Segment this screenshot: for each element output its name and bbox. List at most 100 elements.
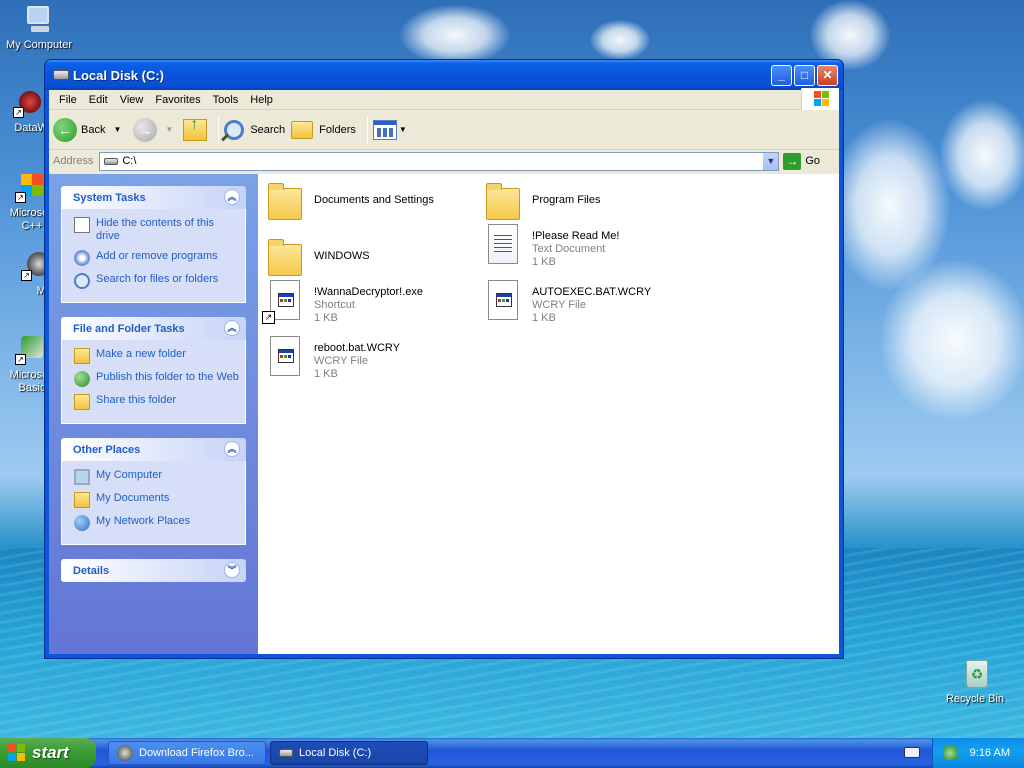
close-icon: ✕: [822, 68, 833, 82]
file-size: 1 KB: [314, 368, 338, 380]
minimize-icon: _: [778, 68, 785, 82]
file-item-windows[interactable]: WINDOWS: [266, 238, 476, 280]
desktop-icon-my-computer[interactable]: My Computer: [0, 4, 78, 52]
file-item-please-read-me[interactable]: !Please Read Me! Text Document 1 KB: [484, 224, 694, 269]
go-label: Go: [805, 155, 821, 167]
place-my-computer[interactable]: My Computer: [74, 469, 239, 485]
other-places-header[interactable]: Other Places ︽: [61, 438, 246, 461]
maximize-button[interactable]: □: [794, 65, 815, 86]
place-my-network-places[interactable]: My Network Places: [74, 515, 239, 531]
file-name: reboot.bat.WCRY: [314, 342, 401, 354]
start-button[interactable]: start: [0, 738, 96, 768]
file-type: Text Document: [532, 243, 606, 255]
drive-icon: [279, 749, 293, 757]
visual-basic-icon: ↗: [13, 334, 45, 366]
add-remove-programs-icon: [74, 250, 90, 266]
task-add-remove-programs[interactable]: Add or remove programs: [74, 250, 239, 266]
file-list: Documents and Settings Program Files WIN…: [258, 174, 839, 654]
my-documents-icon: [74, 492, 90, 508]
file-size: 1 KB: [532, 256, 556, 268]
collapse-icon[interactable]: ︽: [224, 441, 240, 457]
task-hide-drive-contents[interactable]: Hide the contents of this drive: [74, 217, 239, 243]
views-icon: [372, 119, 397, 140]
task-make-new-folder[interactable]: Make a new folder: [74, 348, 239, 364]
menu-edit[interactable]: Edit: [83, 94, 114, 106]
chevron-down-icon: ▼: [398, 125, 407, 134]
toolbar-separator: [218, 115, 220, 144]
place-label: My Network Places: [96, 515, 191, 527]
publish-web-icon: [74, 371, 90, 387]
collapse-icon[interactable]: ︽: [224, 320, 240, 336]
system-tasks-header[interactable]: System Tasks ︽: [61, 186, 246, 209]
hide-contents-icon: [74, 217, 90, 233]
desktop-icon-label: My Computer: [5, 39, 73, 51]
file-item-documents-and-settings[interactable]: Documents and Settings: [266, 182, 476, 224]
place-label: My Documents: [96, 492, 170, 504]
taskbar-item-local-disk[interactable]: Local Disk (C:): [270, 741, 428, 765]
system-tasks-panel: System Tasks ︽ Hide the contents of this…: [61, 186, 246, 303]
place-my-documents[interactable]: My Documents: [74, 492, 239, 508]
wcry-file-icon: [484, 280, 524, 322]
computer-icon: [23, 4, 55, 36]
menu-file[interactable]: File: [53, 94, 83, 106]
address-field[interactable]: C:\ ▼: [99, 151, 780, 171]
file-folder-tasks-header[interactable]: File and Folder Tasks ︽: [61, 317, 246, 340]
panel-title: Details: [73, 564, 110, 577]
system-tasks-body: Hide the contents of this drive Add or r…: [61, 209, 246, 303]
panel-title: Other Places: [73, 443, 141, 456]
file-folder-tasks-panel: File and Folder Tasks ︽ Make a new folde…: [61, 317, 246, 424]
collapse-icon[interactable]: ︽: [224, 189, 240, 205]
back-label: Back: [81, 123, 106, 136]
file-item-wannadecryptor[interactable]: ↗ !WannaDecryptor!.exe Shortcut 1 KB: [262, 280, 476, 325]
file-name: WINDOWS: [314, 250, 370, 262]
taskbar-item-label: Download Firefox Bro...: [139, 747, 254, 759]
file-name: AUTOEXEC.BAT.WCRY: [532, 286, 652, 298]
chevron-down-icon: ▼: [766, 155, 776, 166]
back-arrow-icon: ←: [53, 117, 77, 142]
keyboard-icon[interactable]: [904, 747, 920, 758]
network-tray-icon[interactable]: [943, 746, 957, 760]
task-share-folder[interactable]: Share this folder: [74, 394, 239, 410]
clock[interactable]: 9:16 AM: [970, 747, 1010, 759]
panel-title: System Tasks: [73, 191, 146, 204]
drive-icon: [104, 157, 119, 165]
file-item-autoexec-wcry[interactable]: AUTOEXEC.BAT.WCRY WCRY File 1 KB: [484, 280, 694, 325]
address-value: C:\: [122, 155, 137, 167]
views-button[interactable]: ▼: [372, 119, 407, 140]
menu-view[interactable]: View: [114, 94, 150, 106]
forward-arrow-icon: →: [133, 117, 158, 142]
task-search-files[interactable]: Search for files or folders: [74, 273, 239, 289]
file-item-reboot-wcry[interactable]: reboot.bat.WCRY WCRY File 1 KB: [266, 336, 476, 381]
datawa-icon: ↗: [11, 87, 43, 119]
menu-favorites[interactable]: Favorites: [149, 94, 206, 106]
file-size: 1 KB: [314, 312, 338, 324]
file-name: Program Files: [532, 194, 601, 206]
taskbar: start Download Firefox Bro... Local Disk…: [0, 738, 1024, 768]
minimize-button[interactable]: _: [771, 65, 792, 86]
recycle-bin-icon: ♻: [959, 658, 991, 690]
expand-icon[interactable]: ︾: [224, 562, 240, 578]
cloud: [590, 20, 650, 60]
title-bar[interactable]: Local Disk (C:) _ □ ✕: [45, 60, 843, 90]
place-label: My Computer: [96, 469, 163, 481]
desktop-icon-recycle-bin[interactable]: ♻ Recycle Bin: [936, 658, 1014, 706]
forward-button[interactable]: → ▼: [127, 117, 174, 142]
close-button[interactable]: ✕: [817, 65, 838, 86]
other-places-panel: Other Places ︽ My Computer My Documents …: [61, 438, 246, 545]
address-dropdown-button[interactable]: ▼: [762, 152, 779, 170]
up-folder-button[interactable]: ↑: [179, 116, 208, 141]
task-publish-folder[interactable]: Publish this folder to the Web: [74, 371, 239, 387]
back-button[interactable]: ← Back ▼: [53, 117, 121, 142]
task-label: Hide the contents of this drive: [96, 217, 215, 242]
taskbar-item-firefox-download[interactable]: Download Firefox Bro...: [108, 741, 266, 765]
text-document-icon: [484, 224, 524, 266]
menu-help[interactable]: Help: [244, 94, 279, 106]
details-header[interactable]: Details ︾: [61, 559, 246, 582]
file-folder-tasks-body: Make a new folder Publish this folder to…: [61, 340, 246, 424]
file-item-program-files[interactable]: Program Files: [484, 182, 694, 224]
go-button[interactable]: → Go: [783, 152, 821, 170]
folders-button[interactable]: Folders: [291, 120, 356, 139]
search-button[interactable]: Search: [221, 119, 285, 141]
chevron-down-icon: ▼: [165, 125, 174, 134]
menu-tools[interactable]: Tools: [207, 94, 245, 106]
